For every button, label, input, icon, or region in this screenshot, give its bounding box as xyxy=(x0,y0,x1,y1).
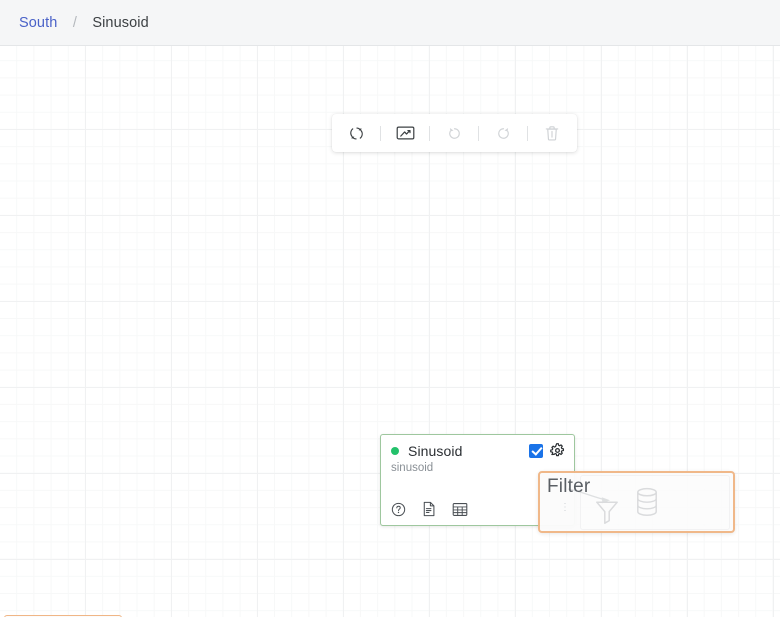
delete-button[interactable] xyxy=(528,114,576,152)
breadcrumb-link-root[interactable]: South xyxy=(19,15,57,31)
canvas-toolbar xyxy=(332,114,577,152)
database-icon xyxy=(637,487,657,516)
breadcrumb-separator: / xyxy=(72,14,77,31)
node-select-checkbox[interactable] xyxy=(529,443,543,458)
breadcrumb: South / Sinusoid xyxy=(19,14,149,32)
refresh-icon xyxy=(349,127,363,139)
undo-icon xyxy=(448,127,460,139)
breadcrumb-current: Sinusoid xyxy=(92,14,149,31)
document-icon[interactable] xyxy=(422,501,436,517)
trash-icon xyxy=(545,125,559,141)
help-icon[interactable] xyxy=(391,502,406,517)
drag-ghost-dots: ⋮ xyxy=(560,502,570,513)
refresh-button[interactable] xyxy=(332,114,380,152)
funnel-icon xyxy=(596,501,618,524)
drag-ghost-filter: Filter ⋮ xyxy=(538,471,735,533)
undo-button[interactable] xyxy=(430,114,478,152)
header-bar: South / Sinusoid xyxy=(0,0,780,46)
redo-icon xyxy=(497,127,509,139)
status-dot xyxy=(391,447,399,455)
node-header-actions xyxy=(529,443,565,458)
table-icon[interactable] xyxy=(452,502,468,517)
flow-canvas[interactable]: Sinusoid sinusoid Filter ⋮ xyxy=(0,46,780,617)
drag-ghost-label: Filter xyxy=(547,476,591,497)
redo-button[interactable] xyxy=(479,114,527,152)
fit-screen-icon xyxy=(396,126,414,140)
gear-icon[interactable] xyxy=(550,443,565,458)
fit-to-screen-button[interactable] xyxy=(381,114,429,152)
app-root: South / Sinusoid Sinusoid sinusoid Filte… xyxy=(0,0,780,617)
node-title: Sinusoid xyxy=(408,443,463,459)
